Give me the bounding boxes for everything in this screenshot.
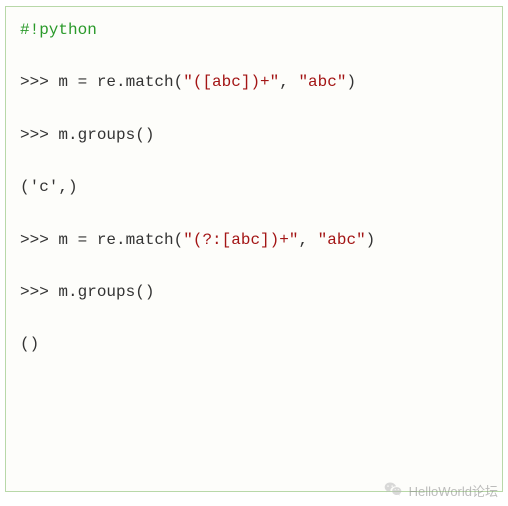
code-token: , [298,231,317,249]
input-line: >>> m = re.match("([abc])+", "abc") [20,71,488,93]
output-line: ('c',) [20,176,488,198]
code-token: ) [346,73,356,91]
code-token: ) [366,231,376,249]
code-token: m [58,231,77,249]
code-token: m [58,73,77,91]
output-text: ('c',) [20,178,78,196]
code-token: "(?:[abc])+" [183,231,298,249]
wechat-label: HelloWorld论坛 [409,481,498,500]
code-token: = [78,231,88,249]
input-line: >>> m.groups() [20,281,488,303]
shebang-text: #!python [20,21,97,39]
code-token: m.groups() [58,126,154,144]
code-token: re.match( [87,231,183,249]
code-token: m.groups() [58,283,154,301]
repl-prompt: >>> [20,126,58,144]
code-token: re.match( [87,73,183,91]
code-token: "abc" [318,231,366,249]
input-line: >>> m.groups() [20,124,488,146]
output-text: () [20,335,39,353]
repl-prompt: >>> [20,283,58,301]
code-lines-container: >>> m = re.match("([abc])+", "abc")>>> m… [20,71,488,355]
code-token: , [279,73,298,91]
wechat-watermark: HelloWorld论坛 [383,480,498,500]
repl-prompt: >>> [20,231,58,249]
code-block: #!python >>> m = re.match("([abc])+", "a… [5,6,503,492]
shebang-line: #!python [20,19,488,41]
wechat-icon [383,480,403,500]
input-line: >>> m = re.match("(?:[abc])+", "abc") [20,229,488,251]
code-token: "abc" [298,73,346,91]
code-token: "([abc])+" [183,73,279,91]
repl-prompt: >>> [20,73,58,91]
code-token: = [78,73,88,91]
output-line: () [20,333,488,355]
